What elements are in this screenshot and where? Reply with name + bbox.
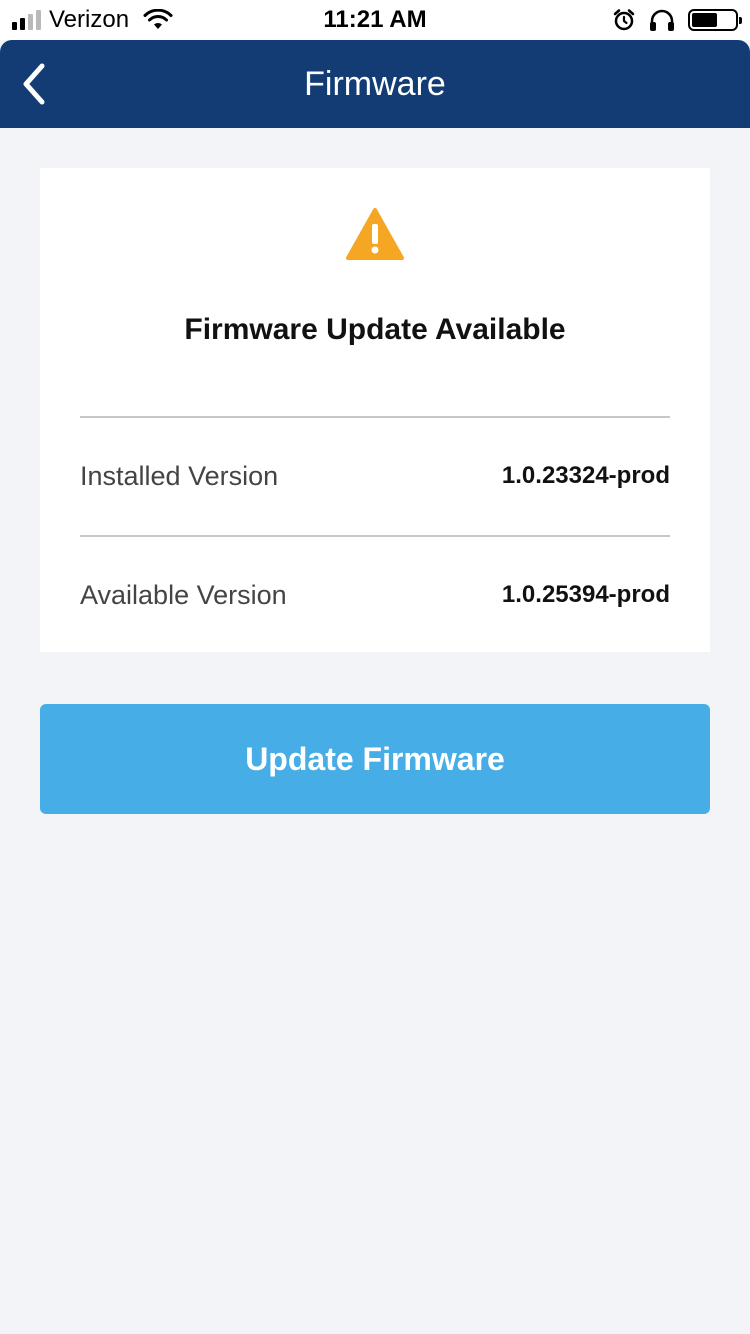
divider	[80, 535, 670, 537]
battery-level	[692, 13, 717, 27]
update-firmware-button[interactable]: Update Firmware	[40, 704, 710, 814]
installed-version-label: Installed Version	[80, 460, 279, 491]
status-right	[612, 6, 742, 34]
available-version-label: Available Version	[80, 579, 287, 610]
navigation-bar: Firmware	[0, 40, 750, 128]
available-version-row: Available Version 1.0.25394-prod	[80, 573, 670, 617]
installed-version-row: Installed Version 1.0.23324-prod	[80, 454, 670, 498]
installed-version-value: 1.0.23324-prod	[501, 462, 670, 489]
headphones-icon	[650, 9, 674, 31]
alarm-icon	[613, 9, 635, 31]
divider	[80, 416, 670, 418]
battery-icon	[688, 9, 742, 31]
warning-icon	[346, 208, 404, 260]
update-available-title: Firmware Update Available	[184, 313, 566, 346]
page-title: Firmware	[304, 65, 446, 103]
status-bar: Verizon 11:21 AM	[0, 0, 750, 40]
firmware-info-card: Firmware Update Available Installed Vers…	[40, 168, 710, 652]
available-version-value: 1.0.25394-prod	[501, 581, 670, 608]
